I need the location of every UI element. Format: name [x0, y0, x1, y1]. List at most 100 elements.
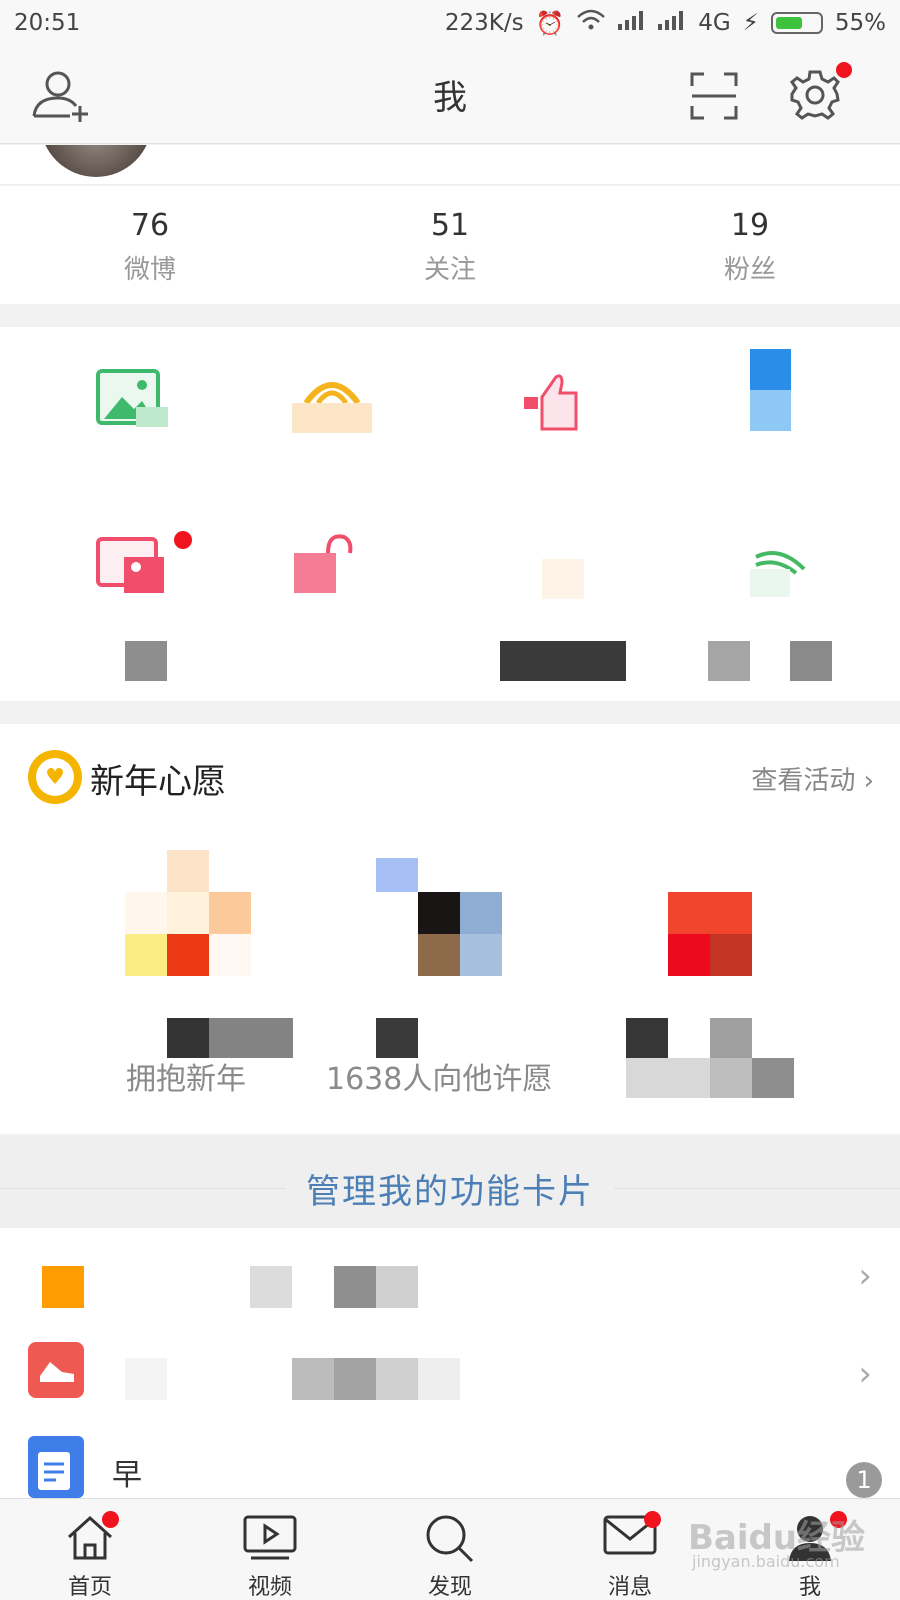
pixelated-label: [125, 1358, 167, 1400]
pixelated-name: [626, 1018, 668, 1058]
pixelated-name: [710, 1018, 752, 1058]
album-icon[interactable]: [96, 369, 168, 429]
pixelated-label: [708, 641, 750, 681]
status-time: 20:51: [14, 10, 81, 36]
pixelated-label: [334, 1266, 376, 1308]
profile-stats: 76 微博 51 关注 19 粉丝: [0, 186, 900, 304]
search-icon: [426, 1515, 474, 1563]
sneaker-card-icon: [28, 1342, 84, 1398]
status-bar: 20:51 223K/s ⏰ 4G ⚡ 55%: [0, 0, 900, 46]
wish-caption-count: 1638人向他许愿: [326, 1062, 553, 1097]
pixelated-icon-block: [542, 559, 584, 599]
feature-grid: [0, 327, 900, 701]
stat-fans[interactable]: 19 粉丝: [600, 186, 900, 304]
pixelated-avatar: [125, 892, 167, 934]
network-speed: 223K/s: [444, 10, 524, 36]
pixelated-name: [710, 1058, 752, 1098]
signal-icon: [618, 10, 646, 36]
list-item-label: 早: [112, 1458, 142, 1493]
pixelated-avatar: [167, 850, 209, 892]
pixelated-label: [292, 1358, 334, 1400]
tab-label: 我: [798, 1575, 821, 1600]
charging-icon: ⚡: [742, 10, 759, 36]
like-icon[interactable]: [520, 369, 592, 431]
stat-weibo[interactable]: 76 微博: [0, 186, 300, 304]
pixelated-avatar: [125, 934, 167, 976]
list-item[interactable]: ›: [0, 1228, 900, 1320]
pixelated-avatar: [209, 892, 251, 934]
pixelated-avatar: [418, 934, 460, 976]
pixelated-label: [125, 641, 167, 681]
pixelated-name: [376, 1018, 418, 1058]
pixelated-avatar: [668, 892, 752, 934]
pixelated-avatar: [376, 858, 418, 892]
tab-label: 首页: [67, 1575, 112, 1600]
battery-icon: [770, 12, 823, 34]
scan-icon[interactable]: [690, 72, 738, 120]
avatar[interactable]: [40, 145, 152, 177]
page-title: 我: [433, 78, 467, 118]
tab-label: 发现: [427, 1575, 472, 1600]
chevron-right-icon: ›: [858, 1354, 872, 1394]
top-nav: 我: [0, 46, 900, 144]
status-indicators: 223K/s ⏰ 4G ⚡ 55%: [445, 9, 886, 37]
lock-icon[interactable]: [292, 531, 364, 593]
notification-dot: [644, 1511, 661, 1528]
view-activity-label: 查看活动: [751, 766, 856, 796]
stat-value: 19: [730, 208, 770, 243]
battery-level: 55%: [834, 10, 886, 36]
stat-value: 76: [130, 208, 170, 243]
heart-icon: ♥: [28, 750, 82, 804]
pixelated-label: [334, 1358, 376, 1400]
signal-card-icon[interactable]: [750, 541, 806, 597]
manage-cards[interactable]: 管理我的功能卡片: [0, 1136, 900, 1228]
pixelated-avatar: [209, 934, 251, 976]
wish-title: 新年心愿: [90, 762, 226, 802]
tab-home[interactable]: 首页: [0, 1499, 180, 1600]
notification-dot: [174, 531, 192, 549]
pixelated-avatar: [710, 934, 752, 976]
stat-following[interactable]: 51 关注: [300, 186, 600, 304]
pixelated-name: [167, 1018, 209, 1058]
function-list: › › 早: [0, 1228, 900, 1498]
pixelated-name: [752, 1058, 794, 1098]
document-card-icon: [28, 1436, 84, 1498]
pixelated-avatar: [167, 934, 209, 976]
chevron-right-icon: ›: [858, 1256, 872, 1296]
pixelated-avatar: [460, 934, 502, 976]
profile-header: [0, 145, 900, 185]
pixelated-label: [376, 1266, 418, 1308]
pixelated-avatar: [460, 892, 502, 934]
alarm-icon: ⏰: [535, 10, 565, 37]
stat-label: 关注: [423, 255, 476, 285]
pixelated-avatar: [668, 934, 710, 976]
photo-wall-icon[interactable]: [96, 533, 168, 595]
manage-cards-label: 管理我的功能卡片: [286, 1172, 614, 1212]
wish-card: ♥ 新年心愿 查看活动 › 拥抱新年 1638人向他许愿: [0, 724, 900, 1134]
signal-icon-2: [658, 10, 686, 36]
view-activity-link[interactable]: 查看活动 ›: [751, 760, 874, 797]
pixelated-label: [418, 1358, 460, 1400]
pixelated-label: [500, 641, 626, 681]
pixelated-avatar: [167, 892, 209, 934]
tab-video[interactable]: 视频: [180, 1499, 360, 1600]
stat-label: 微博: [123, 255, 176, 285]
pixelated-name: [626, 1058, 710, 1098]
praise-icon[interactable]: [290, 367, 374, 433]
pixelated-icon-block: [750, 390, 791, 431]
tab-label: 视频: [247, 1575, 292, 1600]
tab-discover[interactable]: 发现: [360, 1499, 540, 1600]
settings-gear-icon[interactable]: [788, 68, 842, 122]
count-badge: 1: [846, 1462, 882, 1498]
stat-label: 粉丝: [723, 255, 776, 285]
list-item[interactable]: ›: [0, 1320, 900, 1412]
baidu-watermark-url: jingyan.baidu.com: [692, 1552, 840, 1571]
pixelated-label: [790, 641, 832, 681]
video-icon: [243, 1515, 297, 1560]
pixelated-label: [376, 1358, 418, 1400]
pixelated-label: [250, 1266, 292, 1308]
wish-caption-left: 拥抱新年: [126, 1062, 246, 1097]
list-item[interactable]: 早: [0, 1412, 900, 1504]
tab-label: 消息: [607, 1575, 652, 1600]
pixelated-avatar: [418, 892, 460, 934]
